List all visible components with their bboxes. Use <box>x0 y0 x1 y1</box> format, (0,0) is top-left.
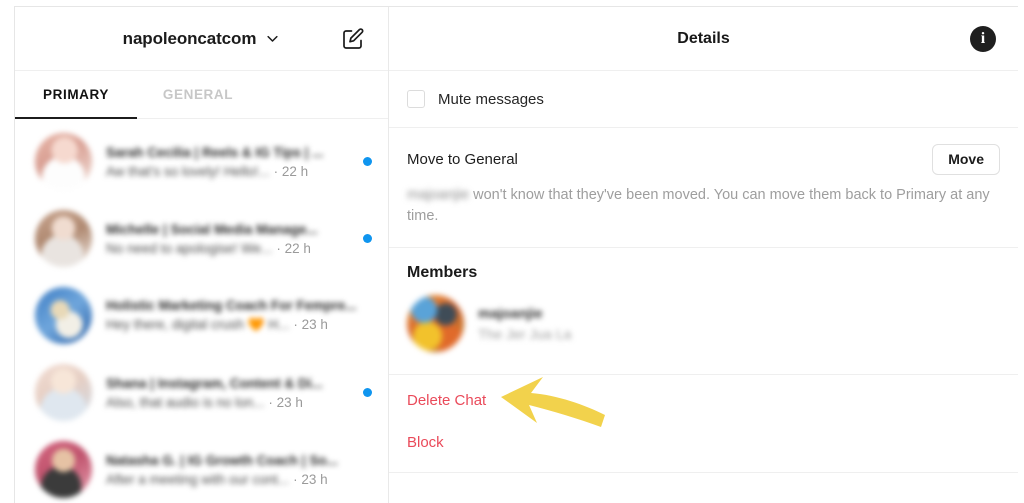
chevron-down-icon[interactable] <box>265 31 280 46</box>
tab-general[interactable]: GENERAL <box>137 71 259 118</box>
avatar <box>35 287 92 344</box>
conversation-meta: After a meeting with our cont... · 23 h <box>106 472 357 487</box>
members-heading: Members <box>407 263 478 281</box>
conversation-row[interactable]: Holistic Marketing Coach For Fempre... H… <box>15 277 388 354</box>
details-panel: Details i Mute messages Move to General … <box>389 7 1018 503</box>
delete-chat-link[interactable]: Delete Chat <box>407 392 1000 410</box>
inbox-panel: napoleoncatcom PRIMARY GENERAL Sarah Cec… <box>15 7 389 503</box>
conversation-name: Holistic Marketing Coach For Fempre... <box>106 298 357 313</box>
member-list-item[interactable]: majoanjie The Jer Jua La <box>407 294 1000 352</box>
member-fullname: The Jer Jua La <box>478 325 572 342</box>
conversation-text: Holistic Marketing Coach For Fempre... H… <box>106 298 357 333</box>
unread-dot-icon <box>363 157 372 166</box>
conversation-text: Natasha G. | IG Growth Coach | So... Aft… <box>106 453 357 487</box>
mute-messages-label: Mute messages <box>438 90 544 108</box>
conversation-row[interactable]: Michelle | Social Media Manage... No nee… <box>15 200 388 277</box>
info-circle-icon[interactable]: i <box>970 25 996 52</box>
conversation-text: Michelle | Social Media Manage... No nee… <box>106 222 357 256</box>
conversation-text: Sarah Cecilia | Reels & IG Tips | ... Aw… <box>106 145 357 179</box>
unread-dot-icon <box>363 234 372 243</box>
info-glyph: i <box>980 29 986 47</box>
block-link[interactable]: Block <box>407 435 1000 452</box>
conversation-row[interactable]: Sarah Cecilia | Reels & IG Tips | ... Aw… <box>15 123 388 200</box>
move-button[interactable]: Move <box>932 144 1000 176</box>
avatar <box>35 133 92 190</box>
conversation-row[interactable]: Natasha G. | IG Growth Coach | So... Aft… <box>15 431 388 503</box>
conversation-meta: No need to apologise! We... · 22 h <box>106 241 357 256</box>
conversation-timestamp: · 23 h <box>268 394 303 410</box>
conversation-timestamp: · 22 h <box>273 163 309 179</box>
conversation-name: Sarah Cecilia | Reels & IG Tips | ... <box>106 144 324 160</box>
move-description: majoanjie won't know that they've been m… <box>407 185 997 226</box>
member-text: majoanjie The Jer Jua La <box>478 305 571 342</box>
conversation-name: Shana | Instagram, Content & Di... <box>106 375 323 391</box>
conversation-timestamp: · 23 h <box>293 471 328 487</box>
conversation-meta: Also, that audio is no lon... · 23 h <box>106 395 357 410</box>
conversation-text: Shana | Instagram, Content & Di... Also,… <box>106 376 357 410</box>
member-username: majoanjie <box>478 304 543 321</box>
screenshot-root: napoleoncatcom PRIMARY GENERAL Sarah Cec… <box>0 0 1024 503</box>
conversation-row[interactable]: Shana | Instagram, Content & Di... Also,… <box>15 354 388 431</box>
page-title: Details <box>677 29 730 47</box>
redacted-username: majoanjie <box>407 187 470 204</box>
move-description-text: won't know that they've been moved. You … <box>407 187 990 225</box>
inbox-header: napoleoncatcom <box>15 7 388 71</box>
chat-actions-section: Delete Chat Block <box>389 375 1018 473</box>
unread-dot-icon <box>363 388 372 397</box>
tab-general-label: GENERAL <box>162 87 234 102</box>
account-switcher[interactable]: napoleoncatcom <box>123 29 281 49</box>
conversation-timestamp: · 22 h <box>276 240 311 256</box>
conversation-meta: Aw that's so lovely! Hello!... · 22 h <box>106 164 357 179</box>
members-section: Members majoanjie The Jer Jua La <box>389 248 1018 375</box>
tab-primary-label: PRIMARY <box>43 87 109 102</box>
conversation-meta: Hey there, digital crush 🧡 H... · 23 h <box>106 317 357 333</box>
instagram-dm-window: napoleoncatcom PRIMARY GENERAL Sarah Cec… <box>14 6 1018 503</box>
compose-edit-icon[interactable] <box>340 26 366 52</box>
conversation-timestamp: · 23 h <box>293 317 328 332</box>
move-to-general-section: Move to General Move majoanjie won't kno… <box>389 128 1018 248</box>
account-name: napoleoncatcom <box>122 28 257 48</box>
conversation-preview: Aw that's so lovely! Hello!... <box>106 163 270 179</box>
avatar <box>35 210 92 267</box>
tab-primary[interactable]: PRIMARY <box>15 71 137 119</box>
conversation-name: Michelle | Social Media Manage... <box>106 221 318 237</box>
mute-messages-toggle[interactable]: Mute messages <box>407 71 1000 127</box>
conversation-preview: Also, that audio is no lon... <box>106 394 265 410</box>
conversation-list[interactable]: Sarah Cecilia | Reels & IG Tips | ... Aw… <box>15 119 388 503</box>
avatar <box>35 364 92 421</box>
move-header-row: Move to General Move <box>407 144 1000 176</box>
checkbox-unchecked-icon[interactable] <box>407 90 425 108</box>
move-to-general-label: Move to General <box>407 151 518 169</box>
conversation-preview: After a meeting with our cont... <box>106 471 290 487</box>
mute-section: Mute messages <box>389 71 1018 128</box>
member-avatar <box>407 294 464 352</box>
conversation-preview: Hey there, digital crush 🧡 H... <box>106 317 290 332</box>
conversation-name: Natasha G. | IG Growth Coach | So... <box>106 452 338 468</box>
conversation-preview: No need to apologise! We... <box>106 240 273 256</box>
details-header: Details i <box>389 7 1018 71</box>
avatar <box>35 441 92 498</box>
inbox-tabs: PRIMARY GENERAL <box>15 71 388 119</box>
